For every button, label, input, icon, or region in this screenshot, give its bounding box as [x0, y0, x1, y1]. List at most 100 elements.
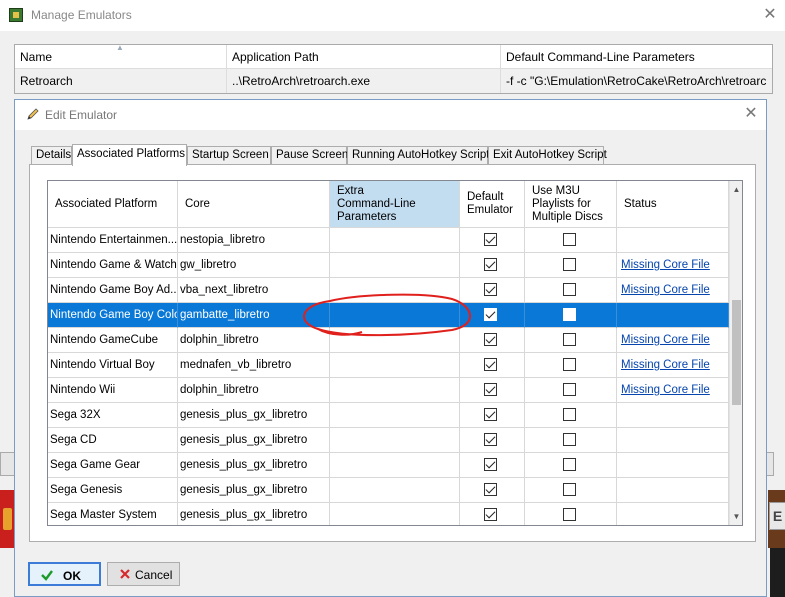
- use-m3u-checkbox[interactable]: [563, 308, 576, 321]
- column-header-extra-params[interactable]: Extra Command-Line Parameters: [330, 181, 460, 228]
- core-cell[interactable]: genesis_plus_gx_libretro: [178, 403, 330, 428]
- platform-cell[interactable]: Nintendo Game Boy Color: [48, 303, 178, 328]
- status-cell[interactable]: [617, 228, 729, 253]
- scrollbar-thumb[interactable]: [732, 300, 741, 405]
- associated-platforms-grid[interactable]: Associated Platform Core Extra Command-L…: [47, 180, 743, 526]
- m3u-cell[interactable]: [525, 478, 617, 503]
- default-emulator-checkbox[interactable]: [484, 308, 497, 321]
- platform-cell[interactable]: Nintendo Game & Watch: [48, 253, 178, 278]
- platform-cell[interactable]: Nintendo Entertainmen...: [48, 228, 178, 253]
- m3u-cell[interactable]: [525, 353, 617, 378]
- use-m3u-checkbox[interactable]: [563, 458, 576, 471]
- m3u-cell[interactable]: [525, 428, 617, 453]
- m3u-cell[interactable]: [525, 228, 617, 253]
- core-cell[interactable]: genesis_plus_gx_libretro: [178, 428, 330, 453]
- scroll-down-icon[interactable]: ▼: [730, 510, 742, 523]
- use-m3u-checkbox[interactable]: [563, 508, 576, 521]
- default-emulator-checkbox[interactable]: [484, 408, 497, 421]
- column-header-platform[interactable]: Associated Platform: [48, 181, 178, 228]
- use-m3u-checkbox[interactable]: [563, 233, 576, 246]
- use-m3u-checkbox[interactable]: [563, 358, 576, 371]
- tab-details[interactable]: Details: [31, 146, 72, 165]
- core-cell[interactable]: genesis_plus_gx_libretro: [178, 453, 330, 478]
- m3u-cell[interactable]: [525, 303, 617, 328]
- core-cell[interactable]: vba_next_libretro: [178, 278, 330, 303]
- core-cell[interactable]: dolphin_libretro: [178, 378, 330, 403]
- missing-core-file-link[interactable]: Missing Core File: [619, 259, 710, 271]
- table-row[interactable]: Sega Master System genesis_plus_gx_libret…: [48, 503, 729, 525]
- default-cell[interactable]: [460, 303, 525, 328]
- status-cell[interactable]: Missing Core File: [617, 328, 729, 353]
- use-m3u-checkbox[interactable]: [563, 283, 576, 296]
- status-cell[interactable]: Missing Core File: [617, 253, 729, 278]
- missing-core-file-link[interactable]: Missing Core File: [619, 384, 710, 396]
- default-cell[interactable]: [460, 328, 525, 353]
- default-cell[interactable]: [460, 453, 525, 478]
- extra-cell[interactable]: [330, 378, 460, 403]
- platform-cell[interactable]: Sega CD: [48, 428, 178, 453]
- extra-cell[interactable]: [330, 353, 460, 378]
- table-row[interactable]: Nintendo Game Boy Ad... vba_next_libretro…: [48, 278, 729, 303]
- default-cell[interactable]: [460, 378, 525, 403]
- column-header-params[interactable]: Default Command-Line Parameters: [501, 45, 772, 69]
- m3u-cell[interactable]: [525, 253, 617, 278]
- table-row[interactable]: Nintendo Entertainmen... nestopia_libretr…: [48, 228, 729, 253]
- emulator-path-cell[interactable]: ..\RetroArch\retroarch.exe: [227, 69, 501, 93]
- default-emulator-checkbox[interactable]: [484, 358, 497, 371]
- m3u-cell[interactable]: [525, 278, 617, 303]
- default-cell[interactable]: [460, 503, 525, 525]
- column-header-default-emulator[interactable]: Default Emulator: [460, 181, 525, 228]
- extra-cell[interactable]: [330, 428, 460, 453]
- close-icon[interactable]: ✕: [760, 5, 780, 25]
- core-cell[interactable]: mednafen_vb_libretro: [178, 353, 330, 378]
- status-cell[interactable]: Missing Core File: [617, 278, 729, 303]
- default-emulator-checkbox[interactable]: [484, 283, 497, 296]
- use-m3u-checkbox[interactable]: [563, 258, 576, 271]
- use-m3u-checkbox[interactable]: [563, 408, 576, 421]
- status-cell[interactable]: [617, 403, 729, 428]
- use-m3u-checkbox[interactable]: [563, 433, 576, 446]
- default-emulator-checkbox[interactable]: [484, 333, 497, 346]
- platform-cell[interactable]: Sega 32X: [48, 403, 178, 428]
- column-header-path[interactable]: Application Path: [227, 45, 501, 69]
- core-cell[interactable]: dolphin_libretro: [178, 328, 330, 353]
- tab-startup-screen[interactable]: Startup Screen: [187, 146, 271, 165]
- extra-cell[interactable]: [330, 403, 460, 428]
- emulators-grid[interactable]: Name ▲ Application Path Default Command-…: [14, 43, 773, 94]
- extra-cell[interactable]: [330, 453, 460, 478]
- status-cell[interactable]: [617, 503, 729, 525]
- platform-cell[interactable]: Nintendo Game Boy Ad...: [48, 278, 178, 303]
- default-emulator-checkbox[interactable]: [484, 433, 497, 446]
- table-row[interactable]: Sega Genesis genesis_plus_gx_libretro: [48, 478, 729, 503]
- use-m3u-checkbox[interactable]: [563, 383, 576, 396]
- column-header-core[interactable]: Core: [178, 181, 330, 228]
- platform-cell[interactable]: Sega Genesis: [48, 478, 178, 503]
- tab-running-autohotkey[interactable]: Running AutoHotkey Script: [347, 146, 489, 165]
- m3u-cell[interactable]: [525, 328, 617, 353]
- platform-cell[interactable]: Nintendo Wii: [48, 378, 178, 403]
- table-row[interactable]: Sega Game Gear genesis_plus_gx_libretro: [48, 453, 729, 478]
- platform-cell[interactable]: Sega Master System: [48, 503, 178, 525]
- extra-cell[interactable]: [330, 228, 460, 253]
- use-m3u-checkbox[interactable]: [563, 333, 576, 346]
- cancel-button[interactable]: Cancel: [107, 562, 180, 586]
- default-emulator-checkbox[interactable]: [484, 458, 497, 471]
- core-cell[interactable]: genesis_plus_gx_libretro: [178, 503, 330, 525]
- missing-core-file-link[interactable]: Missing Core File: [619, 359, 710, 371]
- table-row[interactable]: Nintendo GameCube dolphin_libretro Missing…: [48, 328, 729, 353]
- table-row[interactable]: Sega 32X genesis_plus_gx_libretro: [48, 403, 729, 428]
- extra-cell[interactable]: [330, 478, 460, 503]
- platform-cell[interactable]: Sega Game Gear: [48, 453, 178, 478]
- core-cell[interactable]: nestopia_libretro: [178, 228, 330, 253]
- missing-core-file-link[interactable]: Missing Core File: [619, 284, 710, 296]
- default-cell[interactable]: [460, 428, 525, 453]
- m3u-cell[interactable]: [525, 453, 617, 478]
- default-cell[interactable]: [460, 403, 525, 428]
- missing-core-file-link[interactable]: Missing Core File: [619, 334, 710, 346]
- m3u-cell[interactable]: [525, 503, 617, 525]
- table-row[interactable]: Nintendo Wii dolphin_libretro Missing Core…: [48, 378, 729, 403]
- core-cell[interactable]: gw_libretro: [178, 253, 330, 278]
- extra-cell[interactable]: [330, 303, 460, 328]
- tab-associated-platforms[interactable]: Associated Platforms: [72, 144, 187, 166]
- emulator-params-cell[interactable]: -f -c "G:\Emulation\RetroCake\RetroArch\…: [501, 69, 772, 93]
